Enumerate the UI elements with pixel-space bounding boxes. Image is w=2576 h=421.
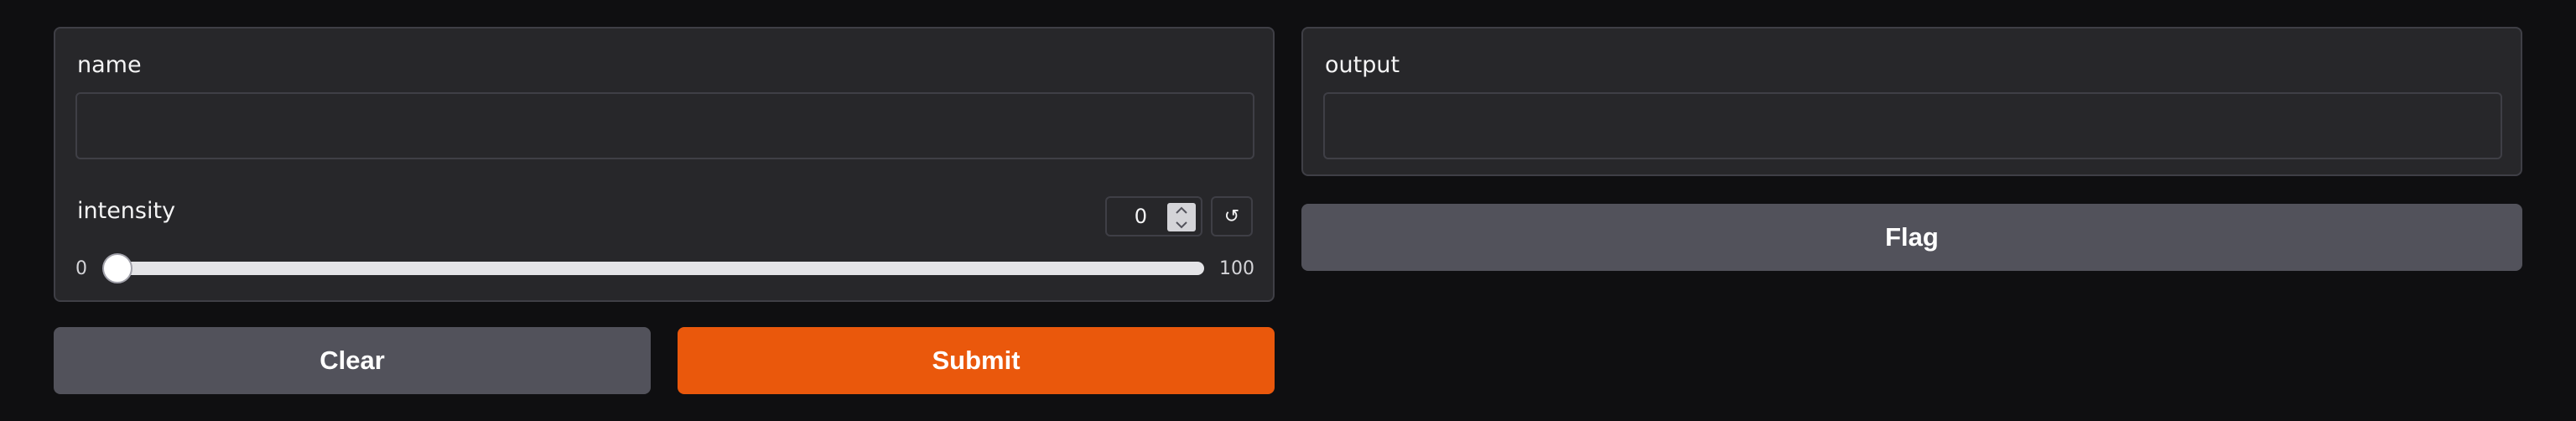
intensity-number-input[interactable]: 0 <box>1105 196 1202 236</box>
slider-min-label: 0 <box>75 258 87 279</box>
clear-button[interactable]: Clear <box>54 327 651 394</box>
output-label: output <box>1325 52 1400 78</box>
chevron-up-icon[interactable] <box>1167 203 1196 217</box>
name-input[interactable] <box>75 92 1254 159</box>
slider-max-label: 100 <box>1219 258 1254 279</box>
gradio-app: name intensity 0 ↺ 0 100 Clear Submit ou… <box>0 0 2576 421</box>
reset-button[interactable]: ↺ <box>1211 196 1253 236</box>
submit-button[interactable]: Submit <box>678 327 1275 394</box>
output-textbox[interactable] <box>1323 92 2502 159</box>
input-panel: name intensity 0 ↺ 0 100 <box>54 27 1275 302</box>
flag-button[interactable]: Flag <box>1301 204 2522 271</box>
intensity-label: intensity <box>77 198 176 224</box>
intensity-slider-track[interactable] <box>114 262 1204 275</box>
name-label: name <box>77 52 142 78</box>
reset-icon: ↺ <box>1223 205 1240 227</box>
intensity-slider-thumb[interactable] <box>102 253 132 283</box>
intensity-spinner[interactable] <box>1167 203 1196 231</box>
intensity-number-value: 0 <box>1134 205 1147 228</box>
chevron-down-icon[interactable] <box>1167 217 1196 231</box>
output-panel: output <box>1301 27 2522 176</box>
